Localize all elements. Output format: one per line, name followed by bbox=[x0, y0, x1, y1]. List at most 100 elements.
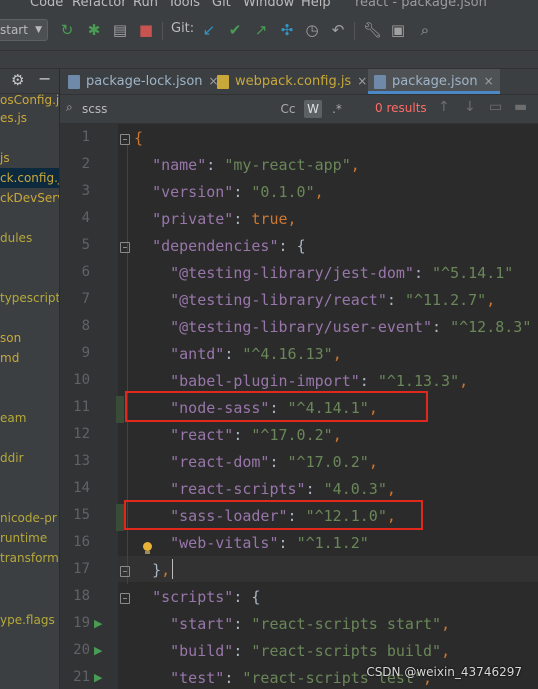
line-number: 6 bbox=[81, 264, 90, 280]
fold-icon[interactable] bbox=[120, 566, 130, 577]
code-token: "version" bbox=[152, 183, 234, 201]
regex-button[interactable]: .* bbox=[328, 100, 346, 118]
menu-help[interactable]: Help bbox=[301, 0, 331, 10]
menu-run[interactable]: Run bbox=[133, 0, 158, 10]
code-token: : bbox=[432, 318, 451, 336]
code-token: , bbox=[459, 372, 469, 390]
project-tree-item[interactable]: ddir bbox=[0, 448, 24, 468]
code-line: "name": "my-react-app", bbox=[134, 156, 360, 174]
rerun-icon[interactable]: ↻ bbox=[58, 20, 76, 40]
run-script-icon[interactable]: ▶ bbox=[94, 617, 102, 630]
code-token: "react-scripts start" bbox=[251, 615, 442, 633]
code-token: : bbox=[233, 426, 252, 444]
search-everywhere-icon[interactable]: ⌕ bbox=[416, 20, 434, 40]
menu-refactor[interactable]: Refactor bbox=[72, 0, 127, 10]
code-editor[interactable]: 1 2 3 4 5 6 7 8 9 10 11 12 13 14 15 16 17 18 19 20 21 ▶ ▶ ▶ { "… bbox=[60, 124, 538, 689]
code-token: "4.0.3" bbox=[323, 480, 387, 498]
line-number: 3 bbox=[81, 183, 90, 199]
close-icon[interactable]: × bbox=[484, 74, 494, 88]
code-token: "web-vitals" bbox=[170, 534, 279, 552]
git-fetch-icon[interactable]: ✣ bbox=[278, 20, 296, 40]
menu-bar: Code Refactor Run Tools Git Window Help … bbox=[0, 0, 538, 10]
annotation-box-sass-loader bbox=[124, 500, 423, 530]
project-tree-item[interactable]: ck.config.js bbox=[0, 168, 59, 188]
stop-icon[interactable]: ■ bbox=[137, 20, 155, 40]
vcs-change-marker[interactable] bbox=[116, 396, 124, 423]
project-tree-item[interactable]: md bbox=[0, 348, 19, 368]
match-case-button[interactable]: Cc bbox=[278, 100, 298, 118]
search-input[interactable] bbox=[82, 99, 262, 119]
code-line: "react": "^17.0.2", bbox=[134, 426, 342, 444]
code-token: : bbox=[233, 642, 252, 660]
code-token: , bbox=[287, 210, 297, 228]
previous-occurrence-icon[interactable]: ↑ bbox=[438, 99, 450, 115]
rollback-icon[interactable]: ↶ bbox=[329, 20, 347, 40]
tab-label: package.json bbox=[392, 74, 478, 89]
project-tree-item[interactable]: typescript bbox=[0, 288, 59, 308]
search-icon: ⌕ bbox=[66, 100, 73, 114]
code-token: : bbox=[224, 669, 243, 687]
project-tree-item[interactable]: transform bbox=[0, 548, 59, 568]
code-token: : bbox=[233, 615, 252, 633]
run-config-select[interactable]: start ▼ bbox=[0, 19, 48, 41]
tab-package-json[interactable]: package.json × bbox=[368, 69, 500, 94]
gear-icon[interactable]: ⚙ bbox=[11, 71, 24, 89]
menu-code[interactable]: Code bbox=[30, 0, 63, 10]
git-commit-icon[interactable]: ✔ bbox=[226, 20, 244, 40]
code-token: "^5.14.1" bbox=[432, 264, 514, 282]
project-tree-item[interactable]: son bbox=[0, 328, 21, 348]
run-script-icon[interactable]: ▶ bbox=[94, 644, 102, 657]
next-occurrence-icon[interactable]: ↓ bbox=[464, 99, 476, 115]
debug-icon[interactable]: ✱ bbox=[85, 20, 103, 40]
line-number: 16 bbox=[73, 534, 90, 550]
code-line: "babel-plugin-import": "^1.13.3", bbox=[134, 372, 468, 390]
git-push-icon[interactable]: ↗ bbox=[252, 20, 270, 40]
fold-icon[interactable] bbox=[120, 134, 130, 145]
fold-icon[interactable] bbox=[120, 593, 130, 604]
code-token: , bbox=[350, 156, 360, 174]
history-icon[interactable]: ◷ bbox=[303, 20, 321, 40]
lightbulb-icon[interactable] bbox=[143, 542, 152, 554]
code-token: "my-react-app" bbox=[224, 156, 351, 174]
run-config-label: start bbox=[0, 23, 28, 37]
project-tree-item[interactable]: osConfig.js bbox=[0, 90, 59, 110]
run-script-icon[interactable]: ▶ bbox=[94, 671, 102, 684]
coverage-icon[interactable]: ▤ bbox=[111, 20, 129, 40]
whole-words-button[interactable]: W bbox=[304, 100, 322, 118]
line-number: 19 bbox=[73, 615, 90, 631]
close-icon[interactable]: × bbox=[357, 74, 367, 88]
code-token: : bbox=[206, 156, 225, 174]
code-token: , bbox=[368, 453, 378, 471]
tab-webpack-config[interactable]: webpack.config.js × bbox=[213, 69, 371, 94]
git-update-icon[interactable]: ↙ bbox=[200, 20, 218, 40]
project-tree-item[interactable]: ckDevServ bbox=[0, 188, 59, 208]
menu-tools[interactable]: Tools bbox=[168, 0, 200, 10]
code-token: "react" bbox=[170, 426, 234, 444]
code-token: : bbox=[233, 210, 252, 228]
project-tree-item[interactable]: ype.flags bbox=[0, 610, 55, 630]
wrench-icon[interactable]: 🔧︎ bbox=[363, 20, 382, 40]
layout-icon[interactable]: ▣ bbox=[389, 20, 407, 40]
project-tree-item[interactable]: nicode-pr bbox=[0, 508, 57, 528]
fold-icon[interactable] bbox=[120, 242, 130, 253]
code-token: "private" bbox=[152, 210, 234, 228]
project-tree-item[interactable]: runtime bbox=[0, 528, 47, 548]
project-tree-item[interactable]: js bbox=[0, 148, 10, 168]
hide-panel-icon[interactable]: − bbox=[38, 69, 51, 88]
project-tree-item[interactable]: es.js bbox=[0, 108, 27, 128]
line-number: 13 bbox=[73, 453, 90, 469]
menu-git[interactable]: Git bbox=[212, 0, 231, 10]
search-results-count: 0 results bbox=[375, 101, 427, 115]
select-all-occurrences-icon[interactable]: ▭ bbox=[489, 99, 502, 115]
tab-package-lock[interactable]: package-lock.json × bbox=[64, 69, 223, 94]
filter-icon[interactable]: ▬ bbox=[514, 99, 527, 115]
project-tree-item[interactable]: dules bbox=[0, 228, 32, 248]
menu-window[interactable]: Window bbox=[243, 0, 294, 10]
vcs-change-marker[interactable] bbox=[116, 504, 124, 531]
code-token: "@testing-library/user-event" bbox=[170, 318, 433, 336]
project-tree-item[interactable]: eam bbox=[0, 408, 26, 428]
line-number: 21 bbox=[73, 669, 90, 685]
code-token: "^17.0.2" bbox=[251, 426, 333, 444]
code-line: "start": "react-scripts start", bbox=[134, 615, 450, 633]
